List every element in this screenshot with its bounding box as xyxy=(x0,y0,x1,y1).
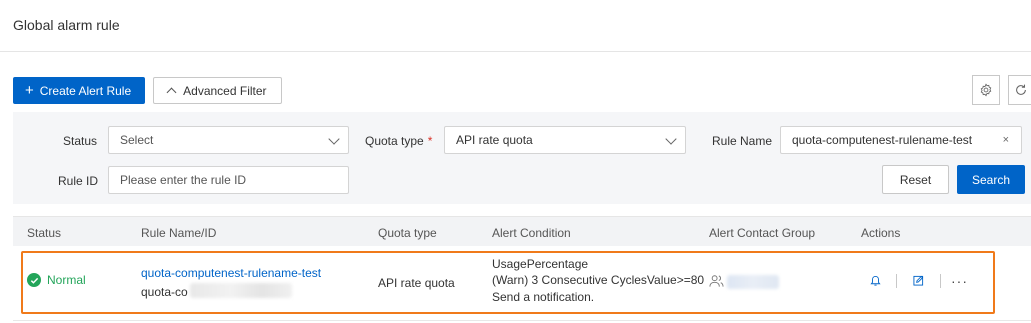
rule-name-input-value: quota-computenest-rulename-test xyxy=(792,133,973,147)
chevron-down-icon xyxy=(328,133,340,145)
rule-id-input[interactable]: Please enter the rule ID xyxy=(108,166,349,194)
plus-icon: + xyxy=(25,82,34,99)
quota-type-select-value: API rate quota xyxy=(456,133,533,147)
status-filter-label: Status xyxy=(63,134,98,148)
gear-icon xyxy=(980,83,992,97)
column-header-alert-contact-group: Alert Contact Group xyxy=(709,226,816,240)
more-icon[interactable]: ··· xyxy=(951,273,968,289)
rule-id-redaction xyxy=(190,283,292,298)
condition-threshold: (Warn) 3 Consecutive CyclesValue>=80 xyxy=(492,273,705,287)
advanced-filter-button[interactable]: Advanced Filter xyxy=(153,77,282,104)
column-header-status: Status xyxy=(27,226,62,240)
bell-icon[interactable] xyxy=(870,275,881,290)
create-alert-rule-label: Create Alert Rule xyxy=(39,83,132,98)
column-header-rule-name-id: Rule Name/ID xyxy=(141,226,217,240)
table-header: Status Rule Name/ID Quota type Alert Con… xyxy=(13,216,1031,246)
action-divider xyxy=(896,274,897,288)
rule-name-input[interactable]: quota-computenest-rulename-test × xyxy=(780,126,1022,154)
quota-type-filter-label: Quota type * xyxy=(365,134,432,148)
column-header-alert-condition: Alert Condition xyxy=(492,226,571,240)
contact-group-icon xyxy=(709,274,724,291)
column-header-actions: Actions xyxy=(861,226,901,240)
rule-id-text: quota-co xyxy=(141,285,188,299)
create-alert-rule-button[interactable]: + Create Alert Rule xyxy=(13,77,146,104)
quota-type-select[interactable]: API rate quota xyxy=(444,126,686,154)
condition-metric: UsagePercentage xyxy=(492,257,589,271)
quota-type-label-text: Quota type xyxy=(365,134,424,148)
status-text: Normal xyxy=(47,273,86,287)
action-divider xyxy=(940,274,941,288)
page-title: Global alarm rule xyxy=(13,17,120,33)
rule-name-filter-label: Rule Name xyxy=(712,134,773,148)
column-header-quota-type: Quota type xyxy=(378,226,437,240)
check-circle-icon xyxy=(27,273,41,287)
close-icon[interactable]: × xyxy=(1003,134,1009,146)
rule-name-link[interactable]: quota-computenest-rulename-test xyxy=(141,266,321,280)
settings-button[interactable] xyxy=(972,75,1000,105)
quota-type-cell: API rate quota xyxy=(378,276,455,290)
advanced-filter-label: Advanced Filter xyxy=(183,83,267,98)
condition-action: Send a notification. xyxy=(492,290,595,304)
status-cell: Normal xyxy=(27,273,86,287)
search-button[interactable]: Search xyxy=(957,165,1025,194)
chevron-up-icon xyxy=(166,87,177,98)
rule-id-filter-label: Rule ID xyxy=(58,174,99,188)
toolbar: + Create Alert Rule Advanced Filter xyxy=(13,77,282,105)
status-select[interactable]: Select xyxy=(108,126,349,154)
refresh-button[interactable] xyxy=(1008,75,1031,105)
row-divider xyxy=(13,320,1031,321)
refresh-icon xyxy=(1015,84,1026,95)
required-mark: * xyxy=(427,134,433,148)
rule-id-placeholder: Please enter the rule ID xyxy=(120,173,247,187)
page-header: Global alarm rule xyxy=(0,0,1031,52)
contact-group-redaction xyxy=(727,275,779,289)
status-select-value: Select xyxy=(120,133,154,147)
chevron-down-icon xyxy=(665,133,677,145)
reset-button[interactable]: Reset xyxy=(882,165,949,194)
edit-icon[interactable] xyxy=(913,275,924,289)
